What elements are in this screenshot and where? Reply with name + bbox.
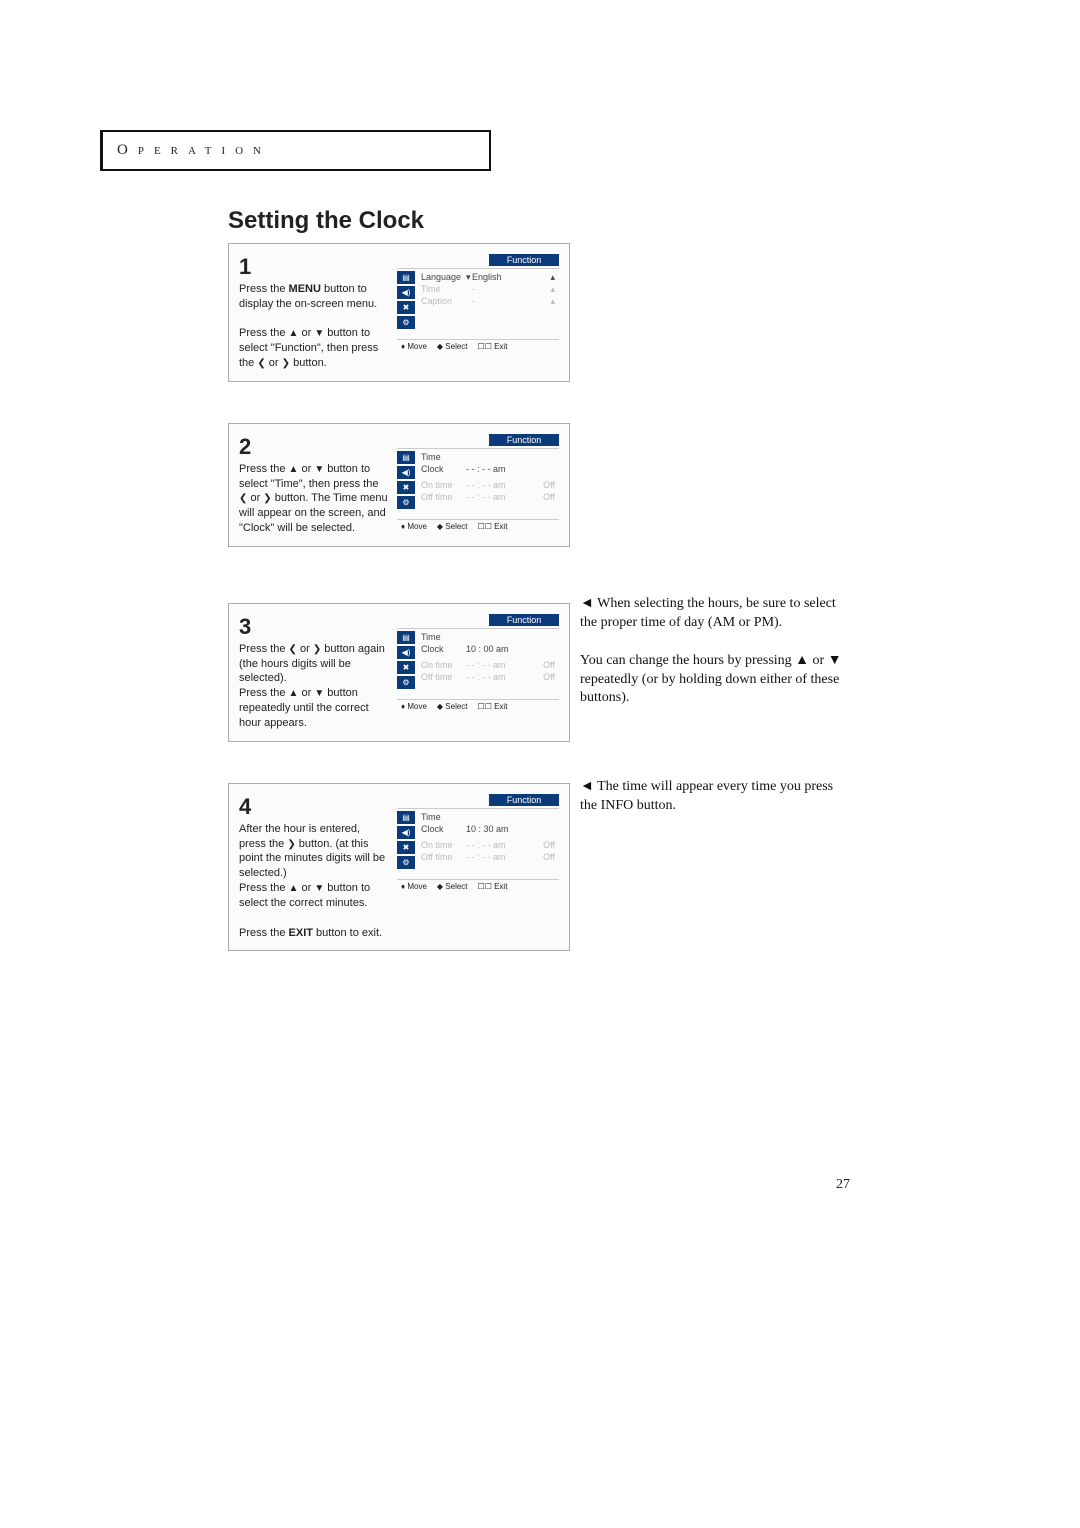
step-4: 4 After the hour is entered, press the ❯… <box>228 783 570 951</box>
down-arrow-icon: ▼ <box>314 688 324 699</box>
leftright-icon: ◆ <box>437 342 443 351</box>
step-3: 3 Press the ❮ or ❯ button again (the hou… <box>228 603 570 742</box>
leftright-icon: ◆ <box>437 882 443 891</box>
osd-screenshot-2: Function ▤ ◀) ✖ ⚙ Time Clock- - : - - am… <box>397 434 559 533</box>
picture-icon: ▤ <box>397 451 415 464</box>
page: Operation Setting the Clock 1 Press the … <box>0 0 1080 1528</box>
down-arrow-icon: ▼ <box>828 653 842 668</box>
osd-footer: ♦ Move ◆ Select ☐☐ Exit <box>397 339 559 353</box>
page-number: 27 <box>836 1177 850 1193</box>
up-arrow-icon: ▲ <box>289 688 299 699</box>
picture-icon: ▤ <box>397 631 415 644</box>
function-icon: ⚙ <box>397 676 415 689</box>
function-icon: ⚙ <box>397 496 415 509</box>
updown-icon: ♦ <box>401 882 405 891</box>
note-info: ◄ The time will appear every time you pr… <box>580 778 850 816</box>
updown-icon: ♦ <box>401 522 405 531</box>
osd-icon-column: ▤ ◀) ✖ ⚙ <box>397 449 415 519</box>
step-number: 1 <box>239 254 251 279</box>
page-title: Setting the Clock <box>228 207 424 235</box>
step-2: 2 Press the ▲ or ▼ button to select "Tim… <box>228 423 570 547</box>
exit-icon: ☐☐ <box>478 522 492 531</box>
osd-icon-column: ▤ ◀) ✖ ⚙ <box>397 809 415 879</box>
section-header-text: Operation <box>117 142 271 158</box>
sound-icon: ◀) <box>397 286 415 299</box>
osd-screenshot-4: Function ▤ ◀) ✖ ⚙ Time Clock10 : 30 am O… <box>397 794 559 893</box>
leftright-icon: ◆ <box>437 702 443 711</box>
sound-icon: ◀) <box>397 466 415 479</box>
step-2-text: 2 Press the ▲ or ▼ button to select "Tim… <box>229 424 393 546</box>
osd-screenshot-1: Function ▤ ◀) ✖ ⚙ Language▾English▴ Time… <box>397 254 559 353</box>
osd-icon-column: ▤ ◀) ✖ ⚙ <box>397 629 415 699</box>
down-arrow-icon: ▼ <box>314 464 324 475</box>
picture-icon: ▤ <box>397 271 415 284</box>
step-number: 4 <box>239 794 251 819</box>
osd-icon-column: ▤ ◀) ✖ ⚙ <box>397 269 415 339</box>
right-chevron-icon: ❯ <box>263 493 271 504</box>
osd-title-bar: Function <box>489 794 559 806</box>
channel-icon: ✖ <box>397 301 415 314</box>
osd-footer: ♦ Move ◆ Select ☐☐ Exit <box>397 519 559 533</box>
step-4-text: 4 After the hour is entered, press the ❯… <box>229 784 393 950</box>
up-arrow-icon: ▲ <box>289 464 299 475</box>
sound-icon: ◀) <box>397 646 415 659</box>
osd-title-bar: Function <box>489 614 559 626</box>
sound-icon: ◀) <box>397 826 415 839</box>
note-arrow-icon: ◄ <box>580 779 594 794</box>
up-arrow-icon: ▲ <box>289 883 299 894</box>
updown-icon: ♦ <box>401 702 405 711</box>
channel-icon: ✖ <box>397 841 415 854</box>
step-number: 3 <box>239 614 251 639</box>
osd-title-bar: Function <box>489 254 559 266</box>
osd-screenshot-3: Function ▤ ◀) ✖ ⚙ Time Clock10 : 00 am O… <box>397 614 559 713</box>
updown-icon: ♦ <box>401 342 405 351</box>
up-arrow-icon: ▲ <box>795 653 809 668</box>
function-icon: ⚙ <box>397 856 415 869</box>
exit-icon: ☐☐ <box>478 702 492 711</box>
note-arrow-icon: ◄ <box>580 596 594 611</box>
picture-icon: ▤ <box>397 811 415 824</box>
osd-footer: ♦ Move ◆ Select ☐☐ Exit <box>397 879 559 893</box>
right-chevron-icon: ❯ <box>287 839 295 850</box>
right-chevron-icon: ❯ <box>282 358 290 369</box>
exit-icon: ☐☐ <box>478 342 492 351</box>
leftright-icon: ◆ <box>437 522 443 531</box>
exit-icon: ☐☐ <box>478 882 492 891</box>
function-icon: ⚙ <box>397 316 415 329</box>
step-3-text: 3 Press the ❮ or ❯ button again (the hou… <box>229 604 393 741</box>
left-chevron-icon: ❮ <box>289 644 297 655</box>
channel-icon: ✖ <box>397 481 415 494</box>
down-arrow-icon: ▼ <box>314 328 324 339</box>
osd-footer: ♦ Move ◆ Select ☐☐ Exit <box>397 699 559 713</box>
step-1-text: 1 Press the MENU button to display the o… <box>229 244 393 381</box>
step-1: 1 Press the MENU button to display the o… <box>228 243 570 382</box>
left-chevron-icon: ❮ <box>257 358 265 369</box>
osd-title-bar: Function <box>489 434 559 446</box>
up-arrow-icon: ▲ <box>289 328 299 339</box>
step-number: 2 <box>239 434 251 459</box>
down-arrow-icon: ▼ <box>314 883 324 894</box>
note-hours: ◄ When selecting the hours, be sure to s… <box>580 595 850 708</box>
right-chevron-icon: ❯ <box>313 644 321 655</box>
channel-icon: ✖ <box>397 661 415 674</box>
section-header: Operation <box>100 130 491 171</box>
